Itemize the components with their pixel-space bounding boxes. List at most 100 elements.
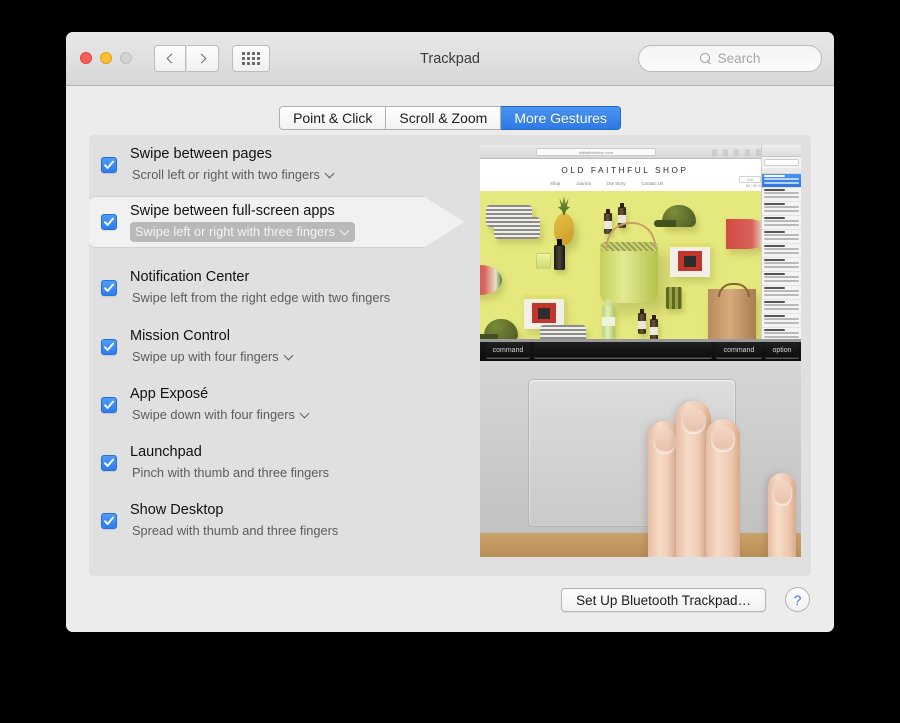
gesture-subtitle: Swipe down with four fingers — [132, 406, 295, 422]
video-screen-demo: oldfaithfulshop.com OLD FAITHFUL SHOP Sh… — [480, 145, 801, 361]
gesture-description: Swipe left from the right edge with two … — [130, 288, 394, 308]
gesture-texts: Notification Center Swipe left from the … — [130, 269, 394, 308]
checkbox-swipe-between-full-screen-apps[interactable] — [101, 214, 117, 230]
gesture-subtitle: Scroll left or right with two fingers — [132, 166, 320, 182]
product-cap — [654, 205, 696, 227]
search-input[interactable]: Search — [638, 45, 822, 72]
window-footer: Set Up Bluetooth Trackpad… ? — [66, 576, 834, 632]
mail-list-item — [762, 314, 801, 328]
gesture-demo-video: oldfaithfulshop.com OLD FAITHFUL SHOP Sh… — [480, 145, 801, 557]
gesture-row-show-desktop[interactable]: Show Desktop Spread with thumb and three… — [89, 495, 472, 547]
product-bottle — [638, 309, 646, 334]
product-dropper-bottle — [554, 239, 565, 270]
mail-window-mock — [761, 145, 801, 353]
shop-hero-photo — [480, 191, 770, 339]
gesture-title: Swipe between full-screen apps — [130, 202, 335, 219]
product-towels — [540, 325, 586, 339]
keyboard-strip: command command option — [480, 339, 801, 361]
gesture-texts: Mission Control Swipe up with four finge… — [130, 328, 296, 367]
laptop-body — [480, 361, 801, 533]
shop-nav: Shop Journal Our Story Contact Us — [550, 181, 663, 186]
checkbox-notification-center[interactable] — [101, 280, 117, 296]
mail-list-item — [762, 216, 801, 230]
key-option: option — [765, 342, 799, 358]
mail-search-field — [764, 159, 799, 166]
gesture-description: Pinch with thumb and three fingers — [130, 463, 333, 483]
gesture-texts: Show Desktop Spread with thumb and three… — [130, 502, 342, 541]
shop-nav-item: Journal — [576, 181, 591, 186]
gesture-subtitle: Pinch with thumb and three fingers — [132, 464, 330, 480]
gestures-panel: Swipe between pages Scroll left or right… — [89, 135, 811, 576]
mail-list-item — [762, 272, 801, 286]
gesture-row-swipe-between-full-screen-apps[interactable]: Swipe between full-screen apps Swipe lef… — [89, 196, 472, 248]
gesture-popup-button[interactable]: Scroll left or right with two fingers — [130, 165, 337, 185]
gesture-title: App Exposé — [130, 385, 209, 402]
gesture-row-app-expose[interactable]: App Exposé Swipe down with four fingers — [89, 379, 472, 431]
gesture-texts: App Exposé Swipe down with four fingers — [130, 386, 312, 425]
checkbox-swipe-between-pages[interactable] — [101, 157, 117, 173]
fingernail — [772, 480, 792, 506]
checkbox-launchpad[interactable] — [101, 455, 117, 471]
mail-list-item — [762, 300, 801, 314]
shop-nav-item: Our Story — [606, 181, 626, 186]
fingernail — [711, 426, 735, 452]
gesture-row-launchpad[interactable]: Launchpad Pinch with thumb and three fin… — [89, 437, 472, 489]
mail-list-item — [762, 258, 801, 272]
product-towels — [494, 217, 540, 239]
setup-bluetooth-trackpad-button[interactable]: Set Up Bluetooth Trackpad… — [561, 588, 766, 612]
gesture-popup-button[interactable]: Swipe down with four fingers — [130, 405, 312, 425]
mail-list-item — [762, 202, 801, 216]
mail-list-item — [762, 244, 801, 258]
window-titlebar: Trackpad Search — [66, 32, 834, 86]
product-candles — [666, 287, 682, 309]
product-magazine — [524, 295, 564, 329]
shop-nav-item: Shop — [550, 181, 561, 186]
fingernail — [681, 408, 706, 434]
gesture-row-notification-center[interactable]: Notification Center Swipe left from the … — [89, 262, 472, 314]
mail-list-item — [762, 286, 801, 300]
gesture-popup-button[interactable]: Swipe up with four fingers — [130, 347, 296, 367]
safari-toolbar-icons — [712, 149, 766, 156]
shop-title: OLD FAITHFUL SHOP — [561, 166, 689, 175]
product-cap — [480, 319, 518, 339]
gesture-description: Spread with thumb and three fingers — [130, 521, 342, 541]
safari-window-mock: oldfaithfulshop.com OLD FAITHFUL SHOP Sh… — [480, 145, 770, 353]
gesture-title: Swipe between pages — [130, 145, 272, 162]
search-icon — [699, 52, 712, 65]
gesture-subtitle: Swipe left or right with three fingers — [135, 223, 335, 239]
product-bucket — [600, 222, 658, 303]
gesture-popup-button[interactable]: Swipe left or right with three fingers — [130, 221, 355, 242]
mail-list-item — [762, 174, 801, 188]
search-placeholder: Search — [717, 51, 761, 66]
gesture-row-mission-control[interactable]: Mission Control Swipe up with four finge… — [89, 321, 472, 373]
chevron-down-icon — [339, 225, 350, 235]
product-soda-bottle — [602, 299, 615, 339]
product-watermelon — [480, 265, 502, 295]
gesture-subtitle: Swipe left from the right edge with two … — [132, 289, 391, 305]
gesture-row-swipe-between-pages[interactable]: Swipe between pages Scroll left or right… — [89, 139, 472, 191]
key-space — [534, 342, 712, 358]
tab-bar: Point & Click Scroll & Zoom More Gesture… — [66, 106, 834, 130]
checkbox-show-desktop[interactable] — [101, 513, 117, 529]
checkbox-mission-control[interactable] — [101, 339, 117, 355]
system-preferences-window: Trackpad Search Point & Click Scroll & Z… — [66, 32, 834, 632]
tab-more-gestures[interactable]: More Gestures — [501, 106, 621, 130]
mail-list-item — [762, 188, 801, 202]
product-bottle — [650, 315, 658, 339]
help-button[interactable]: ? — [785, 587, 810, 612]
gesture-title: Show Desktop — [130, 501, 224, 518]
key-command-left: command — [486, 342, 530, 358]
gesture-title: Launchpad — [130, 443, 202, 460]
mail-toolbar — [762, 145, 801, 157]
video-trackpad-demo — [480, 361, 801, 557]
question-mark-icon: ? — [793, 591, 802, 608]
tab-point-and-click[interactable]: Point & Click — [279, 106, 387, 130]
gesture-list: Swipe between pages Scroll left or right… — [89, 135, 472, 576]
mail-list-item — [762, 230, 801, 244]
shop-nav-item: Contact Us — [641, 181, 664, 186]
shop-page-header: OLD FAITHFUL SHOP Shop Journal Our Story… — [480, 159, 770, 191]
product-magazine — [670, 243, 710, 277]
product-candle-glass — [536, 253, 551, 269]
tab-scroll-and-zoom[interactable]: Scroll & Zoom — [386, 106, 502, 130]
checkbox-app-expose[interactable] — [101, 397, 117, 413]
